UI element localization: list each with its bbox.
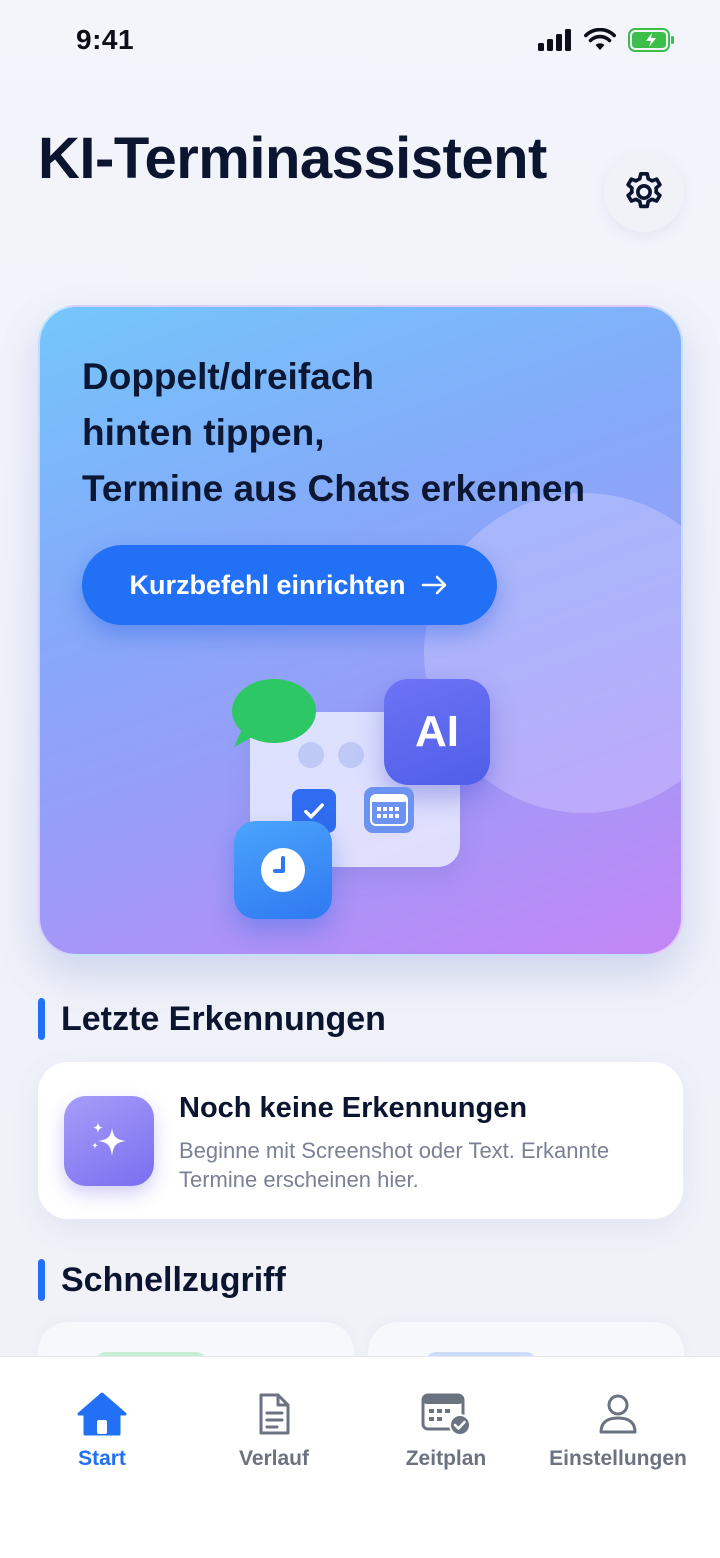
gear-icon [626,171,662,209]
empty-state-title: Noch keine Erkennungen [179,1092,528,1124]
empty-state-card: Noch keine Erkennungen Beginne mit Scree… [38,1062,683,1219]
status-bar: 9:41 [0,0,720,80]
status-icons [538,28,676,52]
chat-bubble-icon [232,679,316,747]
tab-start-label: Start [78,1447,126,1470]
setup-shortcut-label: Kurzbefehl einrichten [129,569,406,600]
hero-title-line: Termine aus Chats erkennen [82,468,586,509]
sparkles-icon [64,1096,154,1186]
hero-title-line: hinten tippen, [82,412,325,453]
section-accent-bar [38,998,45,1040]
illustration-dot [338,742,364,768]
page-title: KI-Terminassistent [38,126,547,191]
recent-section-heading: Letzte Erkennungen [38,998,386,1040]
hero-title: Doppelt/dreifach hinten tippen, Termine … [82,349,662,517]
status-time: 9:41 [76,24,135,55]
tab-history[interactable]: Verlauf [194,1391,354,1471]
person-icon [599,1394,637,1434]
tab-schedule[interactable]: Zeitplan [366,1391,526,1471]
section-accent-bar [38,1259,45,1301]
calendar-check-icon [421,1393,471,1436]
hero-title-line: Doppelt/dreifach [82,356,374,397]
home-icon [77,1392,127,1436]
empty-state-description: Beginne mit Screenshot oder Text. Erkann… [179,1138,610,1192]
tab-start[interactable]: Start [22,1391,182,1471]
calendar-grid-icon [364,787,414,833]
settings-button[interactable] [604,152,684,232]
tab-schedule-label: Zeitplan [405,1447,487,1470]
quick-access-heading-text: Schnellzugriff [61,1260,286,1299]
clock-icon [234,821,332,919]
arrow-right-icon [421,575,446,595]
document-icon [259,1393,290,1435]
tab-settings[interactable]: Einstellungen [538,1391,698,1471]
ai-badge: AI [384,679,490,785]
tab-bar: Start Verlauf Zeitplan Einstellungen [0,1356,720,1558]
setup-shortcut-button[interactable]: Kurzbefehl einrichten [82,545,497,625]
tab-settings-label: Einstellungen [549,1447,687,1470]
signal-icon [538,29,571,51]
tab-history-label: Verlauf [238,1447,310,1470]
wifi-icon [584,28,616,50]
quick-access-heading: Schnellzugriff [38,1259,286,1301]
battery-icon [628,28,674,52]
recent-heading-text: Letzte Erkennungen [61,999,386,1038]
hero-card: Doppelt/dreifach hinten tippen, Termine … [38,305,683,956]
